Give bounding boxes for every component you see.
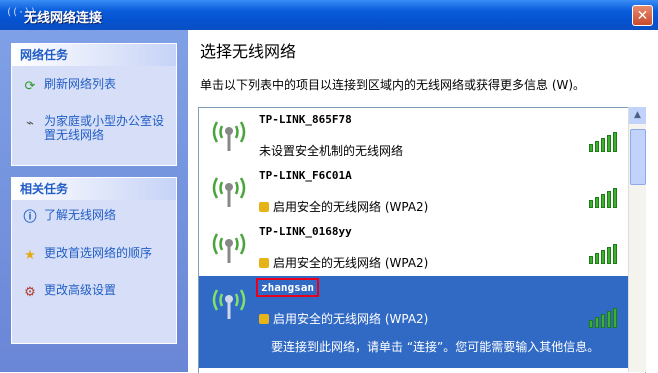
task-label: 刷新网络列表 [44, 77, 117, 91]
network-security: 启用安全的无线网络 (WPA2) [259, 198, 428, 215]
description: 单击以下列表中的项目以连接到区域内的无线网络或获得更多信息 (W)。 [200, 78, 586, 92]
refresh-icon: ⟳ [24, 79, 36, 94]
network-ssid: TP-LINK_F6C01A [259, 169, 352, 182]
info-icon: ⓘ [23, 210, 37, 225]
wireless-antenna-icon [212, 233, 246, 263]
connect-hint: 要连接到此网络，请单击 “连接”。您可能需要输入其他信息。 [271, 340, 600, 354]
signal-strength-icon [589, 242, 623, 264]
network-security: 启用安全的无线网络 (WPA2) [259, 310, 428, 327]
network-ssid: TP-LINK_0168yy [259, 225, 352, 238]
task-label: 为家庭或小型办公室设置无线网络 [44, 114, 165, 142]
wireless-antenna-icon [212, 177, 246, 207]
network-security: 未设置安全机制的无线网络 [259, 142, 403, 159]
task-label: 了解无线网络 [44, 208, 117, 222]
network-item-selected[interactable]: zhangsan 启用安全的无线网络 (WPA2) 要连接到此网络，请单击 “连… [199, 276, 645, 368]
scrollbar-thumb[interactable] [630, 129, 646, 185]
task-label: 更改首选网络的顺序 [44, 246, 153, 260]
network-tasks-panel: 网络任务 ⟳ 刷新网络列表 ⌁ 为家庭或小型办公室设置无线网络 [11, 43, 177, 166]
security-label: 启用安全的无线网络 (WPA2) [273, 256, 429, 270]
security-label: 未设置安全机制的无线网络 [259, 144, 404, 158]
settings-icon: ⚙ [24, 285, 36, 300]
network-list: TP-LINK_865F78 未设置安全机制的无线网络 TP-LINK_F6C0… [198, 107, 646, 373]
advanced-settings-link[interactable]: ⚙ 更改高级设置 [12, 283, 176, 301]
network-ssid: TP-LINK_865F78 [259, 113, 352, 126]
lock-icon [259, 314, 269, 324]
signal-strength-icon [589, 130, 623, 152]
lock-icon [259, 202, 269, 212]
title-bar: ((·)) 无线网络连接 ✕ [0, 0, 658, 30]
window-title: 无线网络连接 [24, 11, 103, 26]
setup-wireless-network-link[interactable]: ⌁ 为家庭或小型办公室设置无线网络 [12, 114, 176, 144]
network-item[interactable]: TP-LINK_865F78 未设置安全机制的无线网络 [199, 108, 645, 164]
task-label: 更改高级设置 [44, 283, 117, 297]
star-icon: ★ [24, 248, 36, 263]
learn-wireless-link[interactable]: ⓘ 了解无线网络 [12, 208, 176, 226]
security-label: 启用安全的无线网络 (WPA2) [273, 312, 429, 326]
page-title: 选择无线网络 [200, 42, 297, 61]
scroll-up-arrow-icon[interactable]: ▲ [629, 107, 646, 124]
scrollbar[interactable]: ▲ [628, 107, 646, 372]
sidebar: 网络任务 ⟳ 刷新网络列表 ⌁ 为家庭或小型办公室设置无线网络 相关任务 ⓘ 了… [0, 30, 188, 372]
refresh-network-list-link[interactable]: ⟳ 刷新网络列表 [12, 77, 176, 95]
network-setup-icon: ⌁ [26, 116, 34, 131]
security-label: 启用安全的无线网络 (WPA2) [273, 200, 429, 214]
network-security: 启用安全的无线网络 (WPA2) [259, 254, 428, 271]
wireless-antenna-icon [212, 289, 246, 319]
network-item[interactable]: TP-LINK_F6C01A 启用安全的无线网络 (WPA2) [199, 164, 645, 220]
related-tasks-title: 相关任务 [12, 178, 176, 200]
related-tasks-panel: 相关任务 ⓘ 了解无线网络 ★ 更改首选网络的顺序 ⚙ 更改高级设置 [11, 177, 177, 344]
network-tasks-title: 网络任务 [12, 44, 176, 66]
change-preferred-order-link[interactable]: ★ 更改首选网络的顺序 [12, 246, 176, 264]
main-pane: 选择无线网络 单击以下列表中的项目以连接到区域内的无线网络或获得更多信息 (W)… [188, 30, 658, 373]
network-item[interactable]: TP-LINK_0168yy 启用安全的无线网络 (WPA2) [199, 220, 645, 276]
close-button[interactable]: ✕ [632, 5, 653, 26]
signal-strength-icon [589, 306, 623, 328]
lock-icon [259, 258, 269, 268]
wireless-antenna-icon [212, 121, 246, 151]
network-ssid: zhangsan [256, 278, 319, 297]
signal-strength-icon [589, 186, 623, 208]
